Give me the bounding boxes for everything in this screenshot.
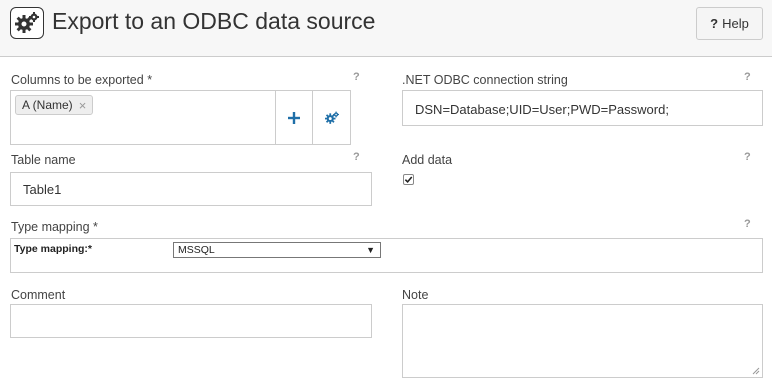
note-label: Note xyxy=(402,288,429,302)
columns-selector[interactable]: A (Name) × xyxy=(10,90,351,145)
check-icon xyxy=(404,176,413,184)
type-mapping-inner-label: Type mapping:* xyxy=(14,243,92,255)
connection-help-icon[interactable]: ? xyxy=(744,71,751,83)
type-mapping-panel: Type mapping:* MSSQL ▼ xyxy=(10,238,763,273)
columns-help-icon[interactable]: ? xyxy=(353,71,360,83)
comment-label: Comment xyxy=(11,288,66,302)
plus-icon xyxy=(288,111,300,124)
table-name-label: Table name xyxy=(11,153,76,167)
caret-down-icon: ▼ xyxy=(366,245,375,255)
add-data-help-icon[interactable]: ? xyxy=(744,151,751,163)
type-mapping-help-icon[interactable]: ? xyxy=(744,218,751,230)
page-title: Export to an ODBC data source xyxy=(52,8,376,34)
close-icon[interactable]: × xyxy=(79,98,87,113)
column-settings-button[interactable] xyxy=(312,91,351,144)
resize-grip-icon[interactable] xyxy=(752,367,760,375)
table-name-help-icon[interactable]: ? xyxy=(353,151,360,163)
add-data-checkbox[interactable] xyxy=(403,174,414,185)
type-mapping-label: Type mapping * xyxy=(11,220,98,234)
table-name-input[interactable]: Table1 xyxy=(10,172,372,206)
question-icon: ? xyxy=(710,16,719,31)
connection-label: .NET ODBC connection string xyxy=(402,73,568,87)
help-button-label: Help xyxy=(722,16,749,31)
connection-string-input[interactable]: DSN=Database;UID=User;PWD=Password; xyxy=(402,90,763,126)
columns-label: Columns to be exported * xyxy=(11,73,153,87)
add-data-label: Add data xyxy=(402,153,453,167)
table-name-value: Table1 xyxy=(23,182,62,197)
type-mapping-select[interactable]: MSSQL ▼ xyxy=(173,242,381,258)
comment-input[interactable] xyxy=(10,304,372,338)
gears-icon xyxy=(10,7,44,39)
type-mapping-selected-value: MSSQL xyxy=(178,244,215,256)
column-chip: A (Name) × xyxy=(15,95,94,115)
connection-string-value: DSN=Database;UID=User;PWD=Password; xyxy=(415,102,669,117)
add-column-button[interactable] xyxy=(275,91,312,144)
header-bar: Export to an ODBC data source ? Help xyxy=(0,0,772,57)
column-chip-label: A (Name) xyxy=(22,98,73,112)
help-button[interactable]: ? Help xyxy=(696,7,763,40)
note-textarea[interactable] xyxy=(402,304,763,378)
gears-icon xyxy=(325,111,339,124)
